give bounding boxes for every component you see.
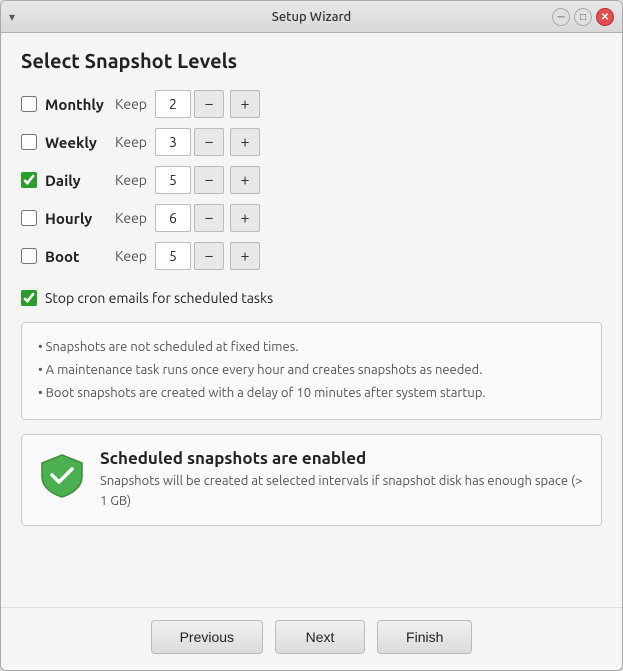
- cron-label: Stop cron emails for scheduled tasks: [45, 290, 273, 306]
- info-line: • Boot snapshots are created with a dela…: [38, 383, 585, 404]
- snapshot-row-daily: DailyKeep 5−+: [21, 166, 602, 194]
- status-title: Scheduled snapshots are enabled: [100, 449, 585, 468]
- hourly-keep-label: Keep: [115, 210, 147, 226]
- previous-button[interactable]: Previous: [151, 620, 263, 654]
- daily-label: Daily: [45, 172, 115, 189]
- weekly-label: Weekly: [45, 134, 115, 151]
- boot-label: Boot: [45, 248, 115, 265]
- monthly-decrement-button[interactable]: −: [194, 90, 224, 118]
- daily-value: 5: [155, 166, 191, 194]
- boot-decrement-button[interactable]: −: [194, 242, 224, 270]
- cron-checkbox[interactable]: [21, 290, 37, 306]
- weekly-keep-label: Keep: [115, 134, 147, 150]
- daily-decrement-button[interactable]: −: [194, 166, 224, 194]
- maximize-button[interactable]: □: [574, 8, 592, 26]
- minimize-button[interactable]: ─: [552, 8, 570, 26]
- monthly-stepper: 2−+: [155, 90, 263, 118]
- monthly-value: 2: [155, 90, 191, 118]
- chevron-icon: ▾: [9, 10, 15, 24]
- hourly-checkbox[interactable]: [21, 210, 37, 226]
- hourly-decrement-button[interactable]: −: [194, 204, 224, 232]
- boot-stepper: 5−+: [155, 242, 263, 270]
- boot-keep-label: Keep: [115, 248, 147, 264]
- monthly-label: Monthly: [45, 96, 115, 113]
- weekly-decrement-button[interactable]: −: [194, 128, 224, 156]
- finish-button[interactable]: Finish: [377, 620, 472, 654]
- daily-stepper: 5−+: [155, 166, 263, 194]
- daily-checkbox[interactable]: [21, 172, 37, 188]
- boot-increment-button[interactable]: +: [230, 242, 260, 270]
- boot-value: 5: [155, 242, 191, 270]
- weekly-value: 3: [155, 128, 191, 156]
- main-window: ▾ Setup Wizard ─ □ ✕ Select Snapshot Lev…: [0, 0, 623, 671]
- daily-keep-label: Keep: [115, 172, 147, 188]
- info-box: • Snapshots are not scheduled at fixed t…: [21, 322, 602, 420]
- status-description: Snapshots will be created at selected in…: [100, 472, 585, 511]
- hourly-increment-button[interactable]: +: [230, 204, 260, 232]
- info-line: • A maintenance task runs once every hou…: [38, 360, 585, 381]
- weekly-increment-button[interactable]: +: [230, 128, 260, 156]
- boot-checkbox[interactable]: [21, 248, 37, 264]
- monthly-checkbox[interactable]: [21, 96, 37, 112]
- monthly-keep-label: Keep: [115, 96, 147, 112]
- daily-increment-button[interactable]: +: [230, 166, 260, 194]
- monthly-increment-button[interactable]: +: [230, 90, 260, 118]
- weekly-stepper: 3−+: [155, 128, 263, 156]
- next-button[interactable]: Next: [275, 620, 365, 654]
- close-button[interactable]: ✕: [596, 8, 614, 26]
- hourly-stepper: 6−+: [155, 204, 263, 232]
- snapshot-row-boot: BootKeep 5−+: [21, 242, 602, 270]
- info-line: • Snapshots are not scheduled at fixed t…: [38, 337, 585, 358]
- snapshot-row-monthly: MonthlyKeep 2−+: [21, 90, 602, 118]
- shield-icon: [38, 451, 86, 499]
- snapshot-row-hourly: HourlyKeep 6−+: [21, 204, 602, 232]
- footer: Previous Next Finish: [1, 607, 622, 670]
- hourly-value: 6: [155, 204, 191, 232]
- hourly-label: Hourly: [45, 210, 115, 227]
- window-controls: ─ □ ✕: [552, 8, 614, 26]
- snapshot-rows: MonthlyKeep2−+WeeklyKeep3−+DailyKeep5−+H…: [21, 90, 602, 280]
- weekly-checkbox[interactable]: [21, 134, 37, 150]
- status-text: Scheduled snapshots are enabled Snapshot…: [100, 449, 585, 511]
- titlebar: ▾ Setup Wizard ─ □ ✕: [1, 1, 622, 33]
- page-title: Select Snapshot Levels: [21, 49, 602, 72]
- cron-row: Stop cron emails for scheduled tasks: [21, 290, 602, 306]
- status-box: Scheduled snapshots are enabled Snapshot…: [21, 434, 602, 526]
- window-title: Setup Wizard: [272, 10, 351, 24]
- content-area: Select Snapshot Levels MonthlyKeep2−+Wee…: [1, 33, 622, 607]
- snapshot-row-weekly: WeeklyKeep 3−+: [21, 128, 602, 156]
